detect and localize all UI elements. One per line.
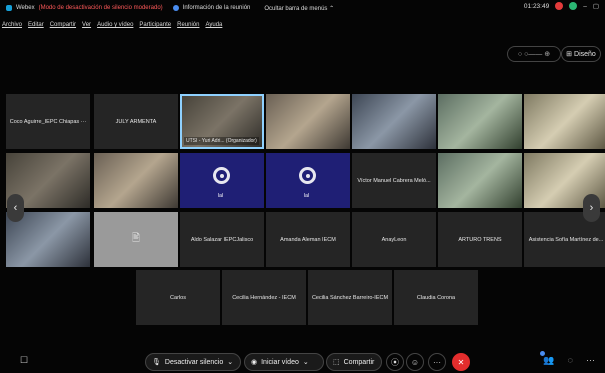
video-button[interactable]: ◉ Iniciar vídeo ⌄ — [244, 353, 324, 371]
tile-amanda[interactable]: Amanda Aleman IECM — [266, 212, 350, 267]
more-side-icon[interactable]: ··· — [586, 355, 595, 366]
menu-editar[interactable]: Editar — [28, 22, 44, 28]
share-label: Compartir — [343, 358, 375, 366]
menu-compartir[interactable]: Compartir — [50, 22, 76, 28]
tile-avatar[interactable]: 🖹 — [94, 212, 178, 267]
menu-ayuda[interactable]: Ayuda — [205, 22, 222, 28]
participants-icon[interactable]: 👥 — [543, 355, 554, 366]
tile-anayleon[interactable]: AnayLeon — [352, 212, 436, 267]
share-icon: ⬚ — [333, 359, 340, 366]
tile-video-9[interactable] — [94, 153, 178, 208]
zoom-control[interactable]: ○ ○—— ⊕ — [507, 46, 561, 62]
obs-icon — [213, 167, 230, 184]
meeting-toolbar: ☐ 🎙 Desactivar silencio ⌄ ◉ Iniciar víde… — [0, 351, 605, 371]
reactions-button[interactable]: ☺ — [406, 353, 424, 371]
tile-cecilia-h[interactable]: Cecilia Hernández - IECM — [222, 270, 306, 325]
menu-participante[interactable]: Participante — [139, 22, 171, 28]
chat-side-icon[interactable]: ◌ — [540, 351, 573, 366]
obs-label: lal — [304, 193, 310, 199]
tile-coco[interactable]: Coco Aguirre_IEPC Chiapas ··· — [6, 94, 90, 149]
tile-july[interactable]: JULY ARMENTA — [94, 94, 178, 149]
hide-menu-toggle[interactable]: Ocultar barra de menús ⌃ — [264, 5, 334, 12]
toolbar-right-icons: 👥 ◌ ··· — [540, 351, 595, 366]
menu-audio-video[interactable]: Audio y vídeo — [97, 22, 133, 28]
obs-label: lal — [218, 193, 224, 199]
more-options-button[interactable]: ··· — [428, 353, 446, 371]
mic-status-button[interactable]: ⦿ — [386, 353, 404, 371]
info-icon[interactable] — [172, 5, 179, 11]
tile-aldo[interactable]: Aldo Salazar IEPCJalisco — [180, 212, 264, 267]
tile-video-7[interactable] — [524, 94, 605, 149]
video-icon: ◉ — [251, 359, 258, 366]
meeting-time: 01:23:49 — [523, 2, 550, 10]
tile-claudia[interactable]: Claudia Corona — [394, 270, 478, 325]
layout-button[interactable]: ⊞ Diseño — [561, 46, 601, 62]
tile-arturo[interactable]: ARTURO TRENS — [438, 212, 522, 267]
chevron-down-icon[interactable]: ⌄ — [303, 358, 309, 366]
chevron-down-icon[interactable]: ⌄ — [227, 358, 233, 366]
tile-video-5[interactable] — [352, 94, 436, 149]
layout-icon: ⊞ — [566, 51, 573, 58]
tile-yuri[interactable]: UTSI - Yuri Adri... (Organizador) — [180, 94, 264, 149]
menu-ver[interactable]: Ver — [82, 22, 91, 28]
tile-video-4[interactable] — [266, 94, 350, 149]
tile-victor[interactable]: Víctor Manuel Cabrera Meló... — [352, 153, 436, 208]
record-icon — [555, 2, 564, 10]
title-bar: Webex (Modo de desactivación de silencio… — [0, 0, 605, 16]
previous-page-button[interactable]: ‹ — [7, 194, 24, 222]
notification-dot — [540, 351, 545, 356]
document-icon: 🖹 — [131, 233, 141, 244]
tile-obs-1[interactable]: lal — [180, 153, 264, 208]
meeting-mode: (Modo de desactivación de silencio moder… — [38, 5, 163, 11]
menu-reunion[interactable]: Reunión — [177, 22, 199, 28]
menu-bar: Archivo Editar Compartir Ver Audio y víd… — [2, 22, 222, 28]
title-right-controls: 01:23:49 – ▢ — [524, 2, 599, 10]
status-icon — [569, 2, 578, 10]
minimize-button[interactable]: – — [583, 3, 587, 10]
tile-video-10[interactable] — [438, 153, 522, 208]
obs-icon — [299, 167, 316, 184]
webex-logo-icon — [6, 5, 12, 11]
tile-obs-2[interactable]: lal — [266, 153, 350, 208]
mute-button[interactable]: 🎙 Desactivar silencio ⌄ — [145, 353, 241, 371]
menu-archivo[interactable]: Archivo — [2, 22, 22, 28]
app-name: Webex — [16, 5, 35, 11]
video-label: Iniciar vídeo — [261, 358, 299, 366]
tile-video-6[interactable] — [438, 94, 522, 149]
end-call-button[interactable]: ✕ — [452, 353, 470, 371]
mute-label: Desactivar silencio — [164, 358, 224, 366]
mic-icon: 🎙 — [152, 359, 161, 366]
tile-cecilia-s[interactable]: Cecilia Sánchez Barreiro-IECM — [308, 270, 392, 325]
restore-button[interactable]: ▢ — [593, 2, 599, 10]
tile-carlos[interactable]: Carlos — [136, 270, 220, 325]
next-page-button[interactable]: › — [583, 194, 600, 222]
chat-icon[interactable]: ☐ — [20, 355, 28, 366]
share-button[interactable]: ⬚ Compartir — [326, 353, 382, 371]
meeting-info-link[interactable]: Información de la reunión — [183, 5, 251, 11]
layout-label: Diseño — [574, 50, 596, 58]
